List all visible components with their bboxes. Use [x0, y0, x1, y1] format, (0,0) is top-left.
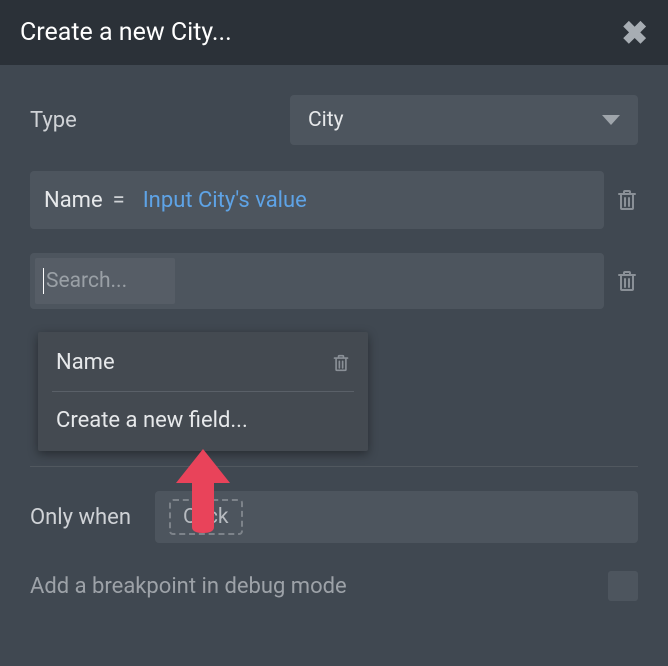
chevron-down-icon [602, 115, 620, 125]
assignment-field: Name [44, 188, 103, 213]
dropdown-item-create-new-field[interactable]: Create a new field... [38, 396, 368, 445]
assignment-box[interactable]: Name = Input City's value [30, 171, 604, 229]
breakpoint-row: Add a breakpoint in debug mode [30, 571, 638, 601]
type-row: Type City [30, 95, 638, 145]
dialog-title: Create a new City... [20, 18, 232, 47]
breakpoint-label: Add a breakpoint in debug mode [30, 574, 347, 599]
only-when-field[interactable]: Click [155, 491, 638, 543]
only-when-chip[interactable]: Click [169, 499, 243, 535]
assignment-value: Input City's value [143, 188, 307, 213]
field-dropdown: Name Create a new field... [38, 332, 368, 451]
only-when-label: Only when [30, 505, 155, 530]
assignment-operator: = [113, 188, 125, 213]
text-cursor [43, 268, 44, 294]
type-select[interactable]: City [290, 95, 638, 145]
dropdown-item-name[interactable]: Name [38, 338, 368, 387]
trash-icon[interactable] [332, 353, 350, 373]
trash-icon[interactable] [616, 188, 638, 212]
dropdown-divider [52, 391, 354, 392]
only-when-row: Only when Click [30, 466, 638, 543]
assignment-row: Name = Input City's value [30, 171, 638, 229]
type-label: Type [30, 108, 290, 133]
dropdown-item-label: Create a new field... [56, 408, 248, 433]
breakpoint-checkbox[interactable] [608, 571, 638, 601]
dropdown-item-label: Name [56, 350, 115, 375]
search-placeholder: Search... [46, 269, 127, 293]
search-input[interactable]: Search... [35, 258, 175, 304]
search-bar: Search... [30, 253, 604, 309]
trash-icon[interactable] [616, 269, 638, 293]
type-select-value: City [308, 108, 344, 132]
close-icon[interactable]: ✖ [621, 17, 648, 49]
dialog-header: Create a new City... ✖ [0, 0, 668, 65]
search-row: Search... [30, 253, 638, 309]
